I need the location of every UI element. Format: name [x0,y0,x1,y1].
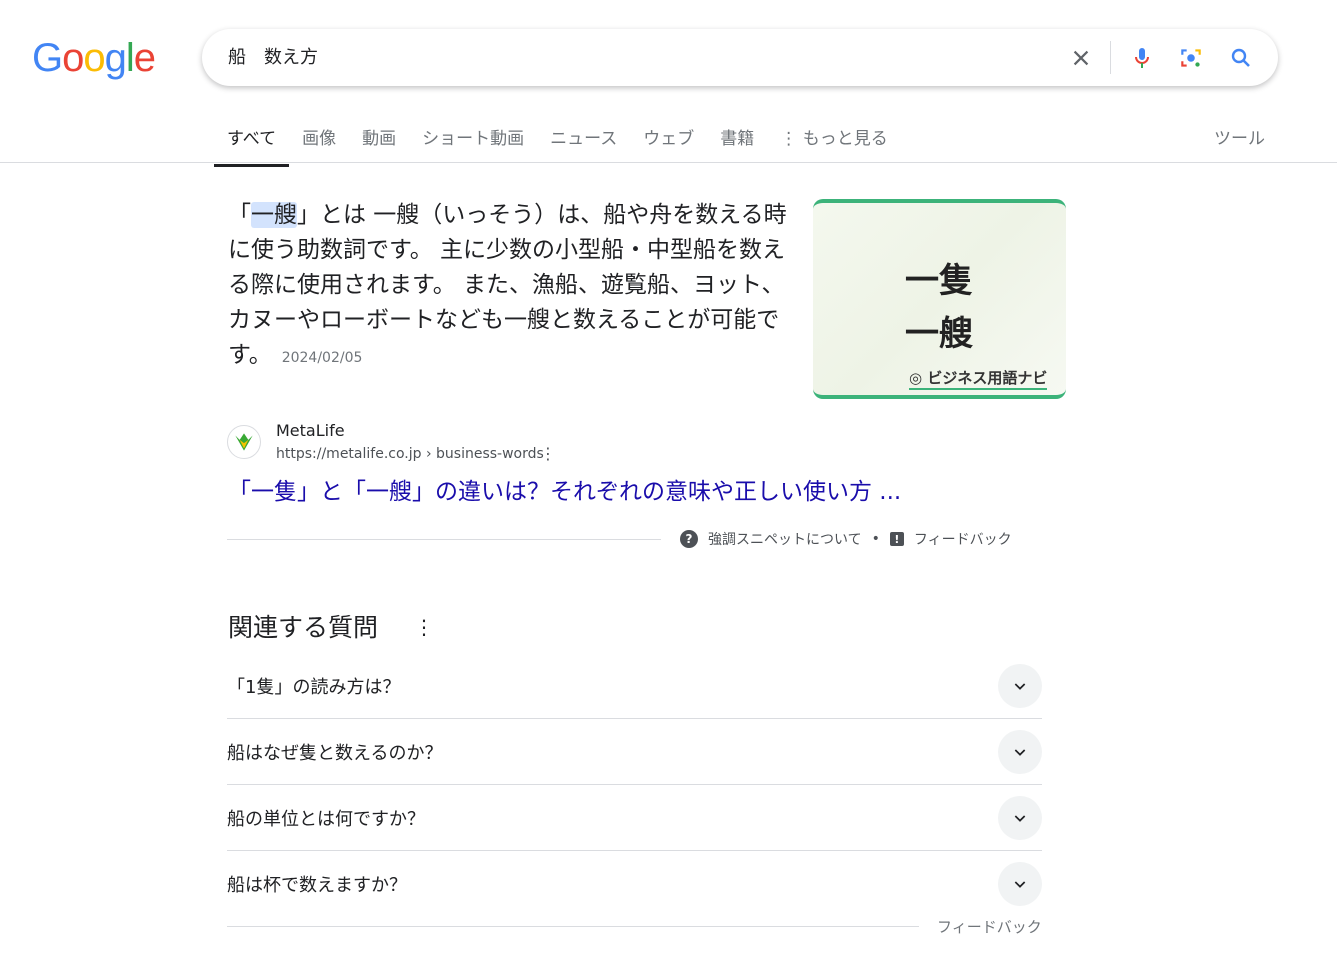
chevron-down-icon[interactable] [998,729,1042,774]
more-options-icon[interactable]: ⋮ [540,444,556,463]
search-icon[interactable] [1226,43,1256,73]
snippet-footer: ? 強調スニペットについて • ! フィードバック [680,529,1012,549]
snippet-bracket: 「 [228,202,251,228]
header-divider [0,162,1337,163]
site-favicon[interactable] [227,425,261,459]
search-tabs: すべて 画像 動画 ショート動画 ニュース ウェブ 書籍 ⋮ もっと見る [214,118,901,167]
related-question[interactable]: 船は杯で数えますか？ [227,851,1042,917]
related-questions-title: 関連する質問 [228,613,379,642]
tab-videos[interactable]: 動画 [349,118,409,167]
snippet-body: 」とは 一艘（いっそう）は、船や舟を数える時に使う助数詞です。 主に少数の小型船… [228,202,787,368]
tab-web[interactable]: ウェブ [630,118,707,167]
logo-letter: o [83,36,105,80]
thumbnail-text: 一隻 [905,261,973,301]
thumbnail-text: 一艘 [905,314,973,354]
help-icon: ? [680,530,698,548]
question-text: 船の単位とは何ですか？ [227,808,425,830]
search-input[interactable] [228,45,1028,66]
divider [227,926,919,927]
tools-button[interactable]: ツール [1214,124,1265,149]
feedback-icon: ! [889,532,904,546]
related-question[interactable]: 船はなぜ隻と数えるのか？ [227,719,1042,785]
tab-more[interactable]: ⋮ もっと見る [767,118,900,167]
tab-news[interactable]: ニュース [537,118,630,167]
clear-icon[interactable] [1066,43,1096,73]
about-snippets-link[interactable]: 強調スニペットについて [708,529,862,549]
chevron-down-icon[interactable] [998,795,1042,840]
snippet-highlight: 一艘 [251,202,297,228]
logo-letter: G [32,36,63,80]
site-name[interactable]: MetaLife [276,421,345,440]
logo-letter: o [62,36,84,80]
search-box [202,29,1278,86]
camera-lens-icon[interactable] [1176,43,1206,73]
tab-all[interactable]: すべて [214,118,290,167]
logo-letter: l [125,36,135,80]
result-title-link[interactable]: 「一隻」と「一艘」の違いは？それぞれの意味や正しい使い方 ... [228,472,901,506]
divider [227,539,661,540]
divider [1110,41,1111,74]
featured-snippet-text: 「一艘」とは 一艘（いっそう）は、船や舟を数える時に使う助数詞です。 主に少数の… [228,198,793,376]
question-text: 船は杯で数えますか？ [227,875,407,896]
related-question[interactable]: 船の単位とは何ですか？ [227,785,1042,851]
separator-dot: • [871,531,880,547]
question-text: 「1隻」の読み方は？ [227,676,401,698]
thumbnail-brand: ◎ ビジネス用語ナビ [909,367,1048,390]
logo-letter: g [104,36,127,80]
chevron-down-icon[interactable] [998,663,1042,708]
chevron-down-icon[interactable] [998,862,1042,906]
question-text: 船はなぜ隻と数えるのか？ [227,742,443,764]
tab-short-videos[interactable]: ショート動画 [409,118,537,167]
more-options-icon[interactable]: ⋮ [414,615,434,639]
google-logo[interactable]: Google [32,36,156,81]
snippet-date: 2024/02/05 [281,350,363,366]
feedback-link[interactable]: フィードバック [937,916,1042,937]
result-url[interactable]: https://metalife.co.jp › business-words [276,446,544,462]
microphone-icon[interactable] [1127,43,1157,73]
thumbnail-brand-text: ビジネス用語ナビ [927,369,1048,387]
tab-images[interactable]: 画像 [289,118,349,167]
tab-books[interactable]: 書籍 [707,118,767,167]
snippet-thumbnail[interactable]: 一隻 一艘 ◎ ビジネス用語ナビ [813,199,1066,399]
logo-letter: e [133,36,156,80]
feedback-link[interactable]: フィードバック [914,529,1012,549]
metalife-logo-icon [235,433,253,451]
related-question[interactable]: 「1隻」の読み方は？ [227,653,1042,719]
